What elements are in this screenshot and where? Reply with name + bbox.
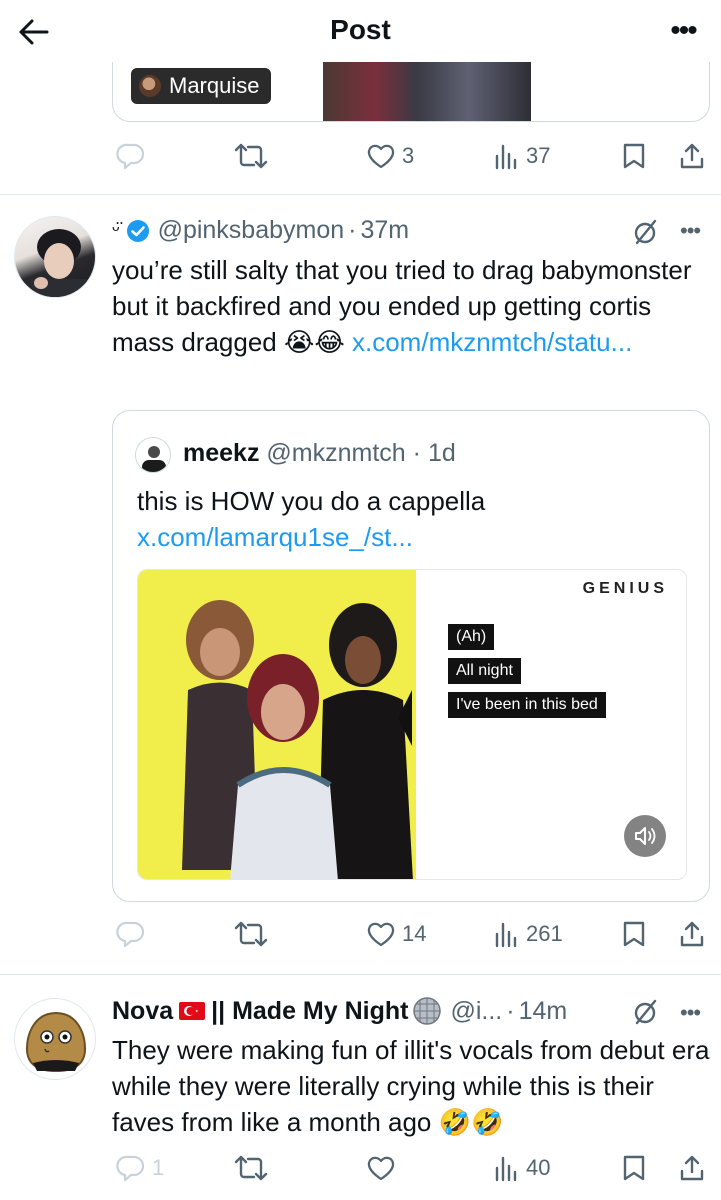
tweet-header: Nova || Made My Night @i... · 14m <box>112 996 568 1026</box>
user-handle[interactable]: @pinksbabymon <box>158 216 345 245</box>
reply-button[interactable] <box>116 136 146 176</box>
tweet-divider <box>0 194 721 195</box>
like-button[interactable]: 3 <box>366 136 414 176</box>
like-button[interactable] <box>366 1148 396 1188</box>
tweet-text: They were making fun of illit's vocals f… <box>112 1032 712 1140</box>
views-icon <box>495 922 517 948</box>
quoted-tweet-link[interactable]: x.com/lamarqu1se_/st... <box>137 522 413 552</box>
bookmark-icon <box>623 143 645 169</box>
grok-icon[interactable] <box>632 218 660 251</box>
tagged-user-chip[interactable]: Marquise <box>131 68 272 104</box>
display-name-suffix[interactable]: || Made My Night <box>211 997 408 1026</box>
repost-button[interactable] <box>234 1148 268 1188</box>
share-button[interactable] <box>678 136 706 176</box>
reply-icon <box>116 921 145 948</box>
disco-ball-icon <box>413 997 442 1025</box>
like-button[interactable]: 14 <box>366 914 426 954</box>
quoted-video[interactable]: GENIUS (Ah) All night I've been in this … <box>137 569 687 880</box>
tweet-link[interactable]: x.com/mkznmtch/statu... <box>352 327 632 357</box>
share-button[interactable] <box>678 914 706 954</box>
verified-badge-icon <box>126 219 149 242</box>
share-icon <box>680 1155 704 1181</box>
like-count: 14 <box>402 921 427 946</box>
quoted-tweet-header: meekz @mkznmtch · 1d <box>183 439 456 467</box>
more-options-icon[interactable]: ••• <box>663 14 703 48</box>
avatar-portrait <box>31 229 87 297</box>
tweet-text: you’re still salty that you tried to dra… <box>112 252 712 360</box>
tweet-more-icon[interactable]: ••• <box>680 218 701 244</box>
share-icon <box>680 143 704 169</box>
repost-button[interactable] <box>234 914 268 954</box>
views-icon <box>495 144 517 170</box>
tweet-header: ᵕ̈ @pinksbabymon · 37m <box>112 216 410 245</box>
speaker-muted-icon <box>635 827 656 845</box>
tweet1-actions: 14 261 <box>0 914 721 954</box>
repost-button[interactable] <box>234 136 268 176</box>
genius-logo: GENIUS <box>582 580 668 597</box>
display-name-badge: ᵕ̈ <box>112 219 120 241</box>
quoted-tweet-card[interactable]: meekz @mkznmtch · 1d this is HOW you do … <box>112 410 710 902</box>
heart-icon <box>367 1156 395 1181</box>
tweet-time[interactable]: 14m <box>519 997 568 1026</box>
view-count: 40 <box>526 1155 551 1180</box>
tweet-text-content: They were making fun of illit's vocals f… <box>112 1035 710 1137</box>
reply-button[interactable]: 1 <box>116 1148 164 1188</box>
pou-avatar-image <box>25 1011 87 1073</box>
reply-button[interactable] <box>116 914 146 954</box>
like-count: 3 <box>402 143 415 168</box>
quoted-user-avatar[interactable] <box>135 437 171 473</box>
share-button[interactable] <box>678 1148 706 1188</box>
tweet-emojis: 😭😂 <box>284 327 345 357</box>
reply-icon <box>116 1155 145 1182</box>
views-icon <box>495 1156 517 1182</box>
tweet-more-icon[interactable]: ••• <box>680 1000 701 1026</box>
quoted-user-name[interactable]: meekz <box>183 439 259 467</box>
repost-icon <box>234 1155 268 1181</box>
bookmark-icon <box>623 1155 645 1181</box>
tweet-divider <box>0 974 721 975</box>
video-thumbnail-people <box>182 600 413 879</box>
user-handle[interactable]: @i... <box>450 997 502 1026</box>
tagged-user-label: Marquise <box>169 73 260 98</box>
views-button[interactable]: 40 <box>494 1148 550 1188</box>
tagged-user-avatar <box>139 75 161 97</box>
heart-icon <box>367 144 395 169</box>
quoted-tweet-time: 1d <box>427 439 456 467</box>
bookmark-button[interactable] <box>622 914 646 954</box>
view-count: 261 <box>526 921 563 946</box>
repost-icon <box>234 921 268 947</box>
previous-tweet-image[interactable] <box>323 62 531 121</box>
lyric-line-2: All night <box>448 658 521 684</box>
prev-tweet-actions: 3 37 <box>0 136 721 176</box>
grok-icon[interactable] <box>632 998 660 1031</box>
page-title: Post <box>330 14 391 45</box>
quoted-text-content: this is HOW you do a cappella <box>137 486 486 516</box>
quoted-tweet-text: this is HOW you do a cappella x.com/lama… <box>137 483 697 555</box>
user-avatar[interactable] <box>14 998 96 1080</box>
mute-toggle-button[interactable] <box>624 815 666 857</box>
bookmark-button[interactable] <box>622 1148 646 1188</box>
bookmark-button[interactable] <box>622 136 646 176</box>
views-button[interactable]: 261 <box>494 914 563 954</box>
views-button[interactable]: 37 <box>494 136 550 176</box>
top-bar: Post ••• <box>0 0 721 62</box>
reply-icon <box>116 143 145 170</box>
bookmark-icon <box>623 921 645 947</box>
user-avatar[interactable] <box>14 216 96 298</box>
tweet2-actions: 1 40 <box>0 1148 721 1188</box>
tweet-time[interactable]: 37m <box>360 216 409 245</box>
reply-count: 1 <box>152 1155 165 1180</box>
lyric-line-1: (Ah) <box>448 624 495 650</box>
display-name[interactable]: Nova <box>112 997 173 1026</box>
repost-icon <box>234 143 268 169</box>
quoted-user-handle[interactable]: @mkznmtch <box>266 439 405 467</box>
lyric-line-3: I've been in this bed <box>448 692 606 718</box>
view-count: 37 <box>526 143 551 168</box>
video-cursor-decoration <box>398 690 412 746</box>
tweet-emojis: 🤣🤣 <box>438 1107 504 1137</box>
previous-tweet-media-card[interactable]: Marquise <box>112 62 710 122</box>
turkey-flag-icon <box>179 1002 206 1020</box>
heart-icon <box>367 922 395 947</box>
share-icon <box>680 921 704 947</box>
